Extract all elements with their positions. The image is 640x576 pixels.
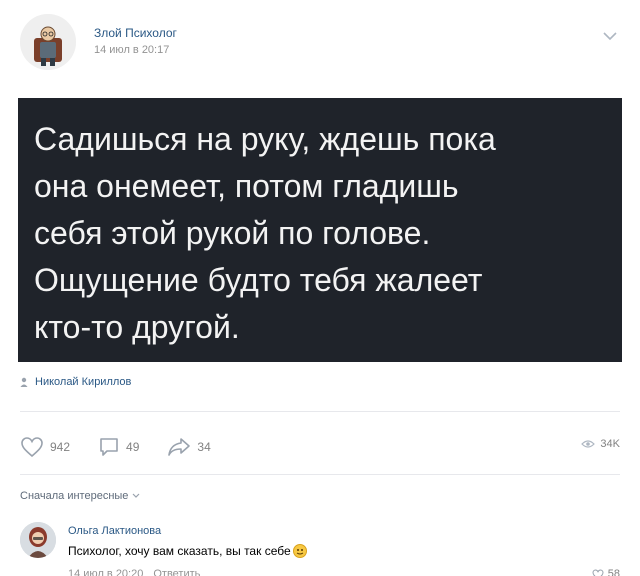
quote-line: она онемеет, потом гладишь <box>34 168 459 204</box>
like-count: 942 <box>50 440 71 454</box>
post-header: Злой Психолог 14 июл в 20:17 <box>20 14 620 74</box>
smiling-face-emoji-icon <box>292 544 307 558</box>
views-counter: 34K <box>581 438 620 450</box>
commenter-avatar[interactable] <box>20 522 56 558</box>
share-icon <box>168 438 191 456</box>
heart-icon <box>21 437 43 458</box>
divider <box>20 474 620 475</box>
views-count: 34K <box>600 438 620 450</box>
comments-sort-label: Сначала интересные <box>20 490 129 502</box>
post-image[interactable]: Садишься на руку, ждешь пока она онемеет… <box>18 98 622 362</box>
author-avatar[interactable] <box>20 14 76 70</box>
comment-count: 49 <box>126 440 140 454</box>
post-date[interactable]: 14 июл в 20:17 <box>94 44 169 56</box>
share-button[interactable]: 34 <box>167 436 211 458</box>
chevron-down-icon <box>132 493 140 498</box>
post-author-name[interactable]: Злой Психолог <box>94 26 177 40</box>
quote-line: себя этой рукой по голове. <box>34 215 431 251</box>
chevron-down-icon[interactable] <box>602 30 618 42</box>
heart-icon <box>592 568 604 576</box>
eye-icon <box>581 440 596 448</box>
comment-like-button[interactable]: 58 <box>592 568 620 576</box>
share-count: 34 <box>197 440 211 454</box>
comment-like-count: 58 <box>607 568 620 576</box>
comment-body: Психолог, хочу вам сказать, вы так себе <box>68 544 291 558</box>
comment-button[interactable]: 49 <box>98 436 139 458</box>
comment-date[interactable]: 14 июл в 20:20 <box>68 568 143 576</box>
quote-line: Ощущение будто тебя жалеет <box>34 262 483 298</box>
post-actions: 942 49 34 <box>20 434 239 460</box>
commenter-name[interactable]: Ольга Лактионова <box>68 525 161 537</box>
comment-text: Психолог, хочу вам сказать, вы так себе <box>68 544 307 558</box>
divider <box>20 411 620 412</box>
comment-icon <box>100 438 118 456</box>
post-signature[interactable]: Николай Кириллов <box>20 373 131 391</box>
quote-text: Садишься на руку, ждешь пока она онемеет… <box>34 116 614 351</box>
quote-line: Садишься на руку, ждешь пока <box>34 121 496 157</box>
woman-avatar-icon <box>20 522 56 558</box>
comment-item: Ольга Лактионова Психолог, хочу вам сказ… <box>20 522 620 576</box>
quote-line: кто-то другой. <box>34 309 240 345</box>
reply-button[interactable]: Ответить <box>153 568 200 576</box>
like-button[interactable]: 942 <box>20 436 70 458</box>
signature-name[interactable]: Николай Кириллов <box>35 376 131 388</box>
person-icon <box>20 377 28 387</box>
psychologist-avatar-icon <box>20 14 76 70</box>
comment-meta: 14 июл в 20:20 Ответить <box>68 568 200 576</box>
comments-sort-dropdown[interactable]: Сначала интересные <box>20 490 140 502</box>
